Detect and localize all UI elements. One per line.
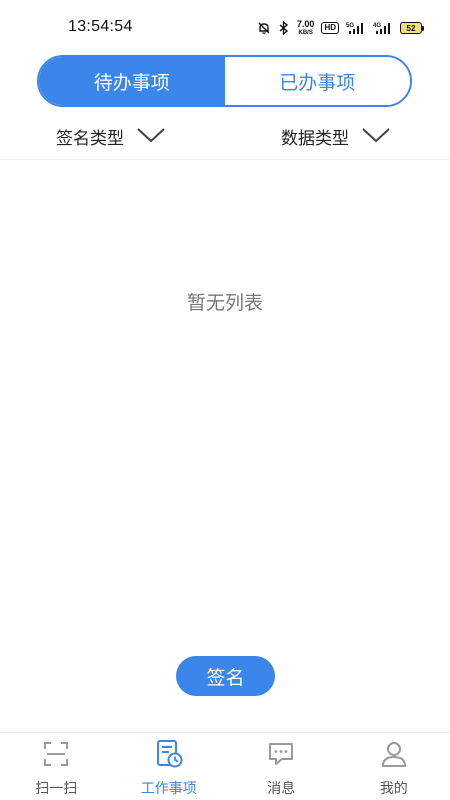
data-type-dropdown[interactable]: 数据类型	[281, 124, 391, 149]
task-tabs: 待办事项 已办事项	[37, 55, 412, 107]
sign-button[interactable]: 签名	[176, 656, 275, 696]
nav-messages-label: 消息	[267, 781, 296, 797]
battery-level: 52	[400, 22, 422, 34]
sign-type-label: 签名类型	[56, 129, 124, 149]
filter-bar: 签名类型 数据类型	[0, 118, 450, 160]
bluetooth-icon	[278, 21, 290, 35]
tab-pending[interactable]: 待办事项	[39, 57, 225, 105]
sign-type-dropdown[interactable]: 签名类型	[56, 124, 166, 149]
data-type-label: 数据类型	[281, 129, 349, 149]
nav-profile[interactable]: 我的	[338, 733, 450, 800]
chevron-down-icon	[136, 126, 166, 148]
empty-list-message: 暂无列表	[186, 292, 263, 314]
nav-work-items-label: 工作事项	[140, 781, 197, 797]
mute-bell-icon	[257, 21, 271, 35]
nav-work-items[interactable]: 工作事项	[113, 733, 226, 800]
nav-scan[interactable]: 扫一扫	[0, 733, 113, 800]
nav-profile-label: 我的	[379, 781, 408, 797]
5g-signal-icon: 5G	[346, 21, 366, 35]
work-items-icon	[154, 739, 184, 769]
network-speed: 7.00 KB/S	[296, 19, 315, 37]
profile-icon	[379, 739, 409, 769]
battery-icon: 52	[400, 22, 424, 34]
scan-icon	[41, 739, 71, 769]
status-bar: 13:54:54 7.00 KB/S HD 5G 4G 52	[0, 0, 450, 56]
hd-icon: HD	[321, 22, 339, 34]
status-icons: 7.00 KB/S HD 5G 4G 52	[257, 17, 424, 39]
tab-done[interactable]: 已办事项	[224, 57, 410, 105]
chevron-down-icon	[361, 126, 391, 148]
svg-text:5G: 5G	[346, 23, 354, 29]
svg-text:4G: 4G	[373, 23, 381, 29]
nav-messages[interactable]: 消息	[225, 733, 338, 800]
bottom-nav: 扫一扫 工作事项 消息 我的	[0, 732, 450, 800]
status-time: 13:54:54	[68, 18, 133, 35]
nav-scan-label: 扫一扫	[35, 781, 78, 797]
4g-signal-icon: 4G	[373, 21, 393, 35]
message-icon	[266, 739, 296, 769]
